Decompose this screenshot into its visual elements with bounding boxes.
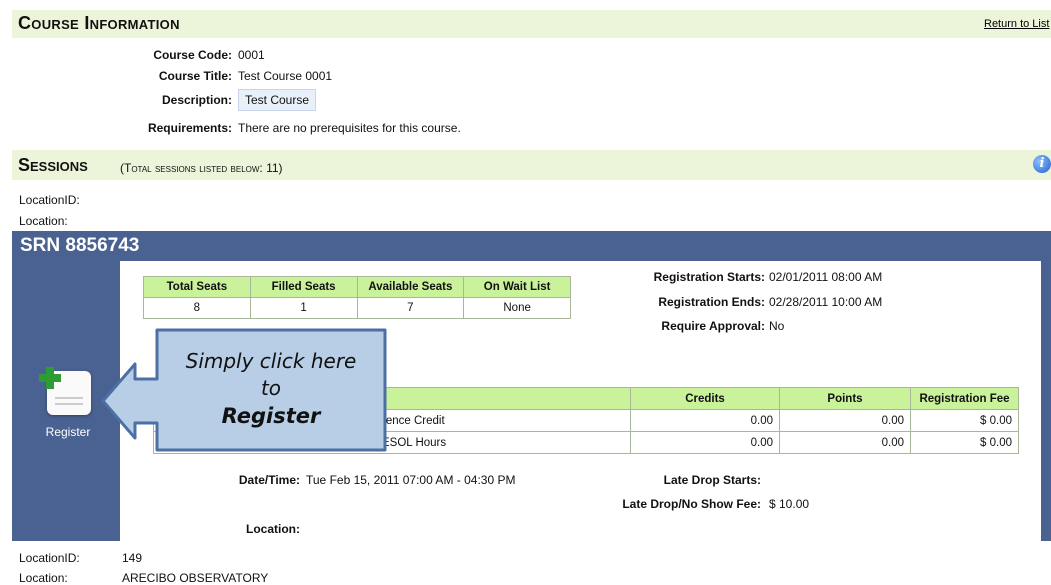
available-seats-value: 7: [356, 297, 465, 319]
credit-points: 0.00: [779, 431, 911, 454]
credits-header: Credits: [630, 387, 780, 410]
credit-credits: 0.00: [630, 409, 780, 432]
datetime-label: Date/Time:: [238, 473, 300, 487]
seats-header-row: Total Seats Filled Seats Available Seats…: [143, 276, 571, 298]
late-drop-fee-label: Late Drop/No Show Fee:: [622, 497, 761, 511]
description-label: Description:: [161, 93, 232, 107]
seats-header: Total Seats: [143, 276, 251, 298]
require-approval-value: No: [769, 319, 785, 333]
registration-ends-label: Registration Ends:: [658, 295, 765, 309]
footer-location-label: Location:: [19, 571, 68, 585]
description-value: Test Course: [238, 89, 317, 111]
course-info-header: Course Information Return to List: [12, 10, 1051, 38]
credit-points: 0.00: [779, 409, 911, 432]
credit-fee: $ 0.00: [910, 431, 1019, 454]
requirements-value: There are no prerequisites for this cour…: [238, 121, 461, 135]
course-info-title: Course Information: [18, 13, 180, 33]
callout-line-2: to: [260, 376, 282, 400]
registration-starts-value: 02/01/2011 08:00 AM: [769, 270, 883, 284]
credit-fee: $ 0.00: [910, 409, 1019, 432]
callout-line-1: Simply click here: [185, 349, 357, 373]
footer-location-value: ARECIBO OBSERVATORY: [122, 571, 269, 585]
footer-location-id-value: 149: [122, 551, 143, 565]
requirements-label: Requirements:: [147, 121, 232, 135]
sessions-subtitle: (Total sessions listed below: 11): [120, 161, 283, 175]
late-drop-label: Late Drop Starts:: [663, 473, 761, 487]
credit-credits: 0.00: [630, 431, 780, 454]
srn-right-border: [1041, 261, 1051, 541]
seats-value-row: 8 1 7 None: [143, 297, 571, 319]
register-icon: [39, 367, 91, 415]
course-title-value: Test Course 0001: [238, 69, 333, 83]
seats-header: Filled Seats: [249, 276, 358, 298]
info-icon[interactable]: i: [1033, 155, 1051, 173]
callout-line-3: Register: [221, 404, 321, 428]
srn-location-label: Location:: [246, 522, 300, 536]
seats-header: Available Seats: [356, 276, 465, 298]
seats-table: Total Seats Filled Seats Available Seats…: [143, 276, 571, 319]
datetime-value: Tue Feb 15, 2011 07:00 AM - 04:30 PM: [306, 473, 516, 487]
sessions-header: Sessions (Total sessions listed below: 1…: [12, 150, 1051, 180]
srn-title-bar: SRN 8856743: [12, 231, 1051, 261]
srn-title: SRN 8856743: [20, 235, 140, 256]
filled-seats-value: 1: [249, 297, 358, 319]
return-to-list-link[interactable]: Return to List: [984, 18, 1049, 30]
total-seats-value: 8: [143, 297, 251, 319]
sessions-location-label: Location:: [19, 214, 68, 228]
footer-location-id-label: LocationID:: [19, 551, 80, 565]
callout-text: Simply click here to Register: [157, 348, 385, 430]
registration-starts-label: Registration Starts:: [653, 270, 765, 284]
course-code-value: 0001: [238, 48, 265, 62]
seats-header: On Wait List: [463, 276, 571, 298]
wait-list-value: None: [463, 297, 571, 319]
course-title-label: Course Title:: [158, 69, 232, 83]
credits-header: Registration Fee: [910, 387, 1019, 410]
credits-header: Points: [779, 387, 911, 410]
registration-ends-value: 02/28/2011 10:00 AM: [769, 295, 883, 309]
late-drop-fee-value: $ 10.00: [769, 497, 810, 511]
require-approval-label: Require Approval:: [661, 319, 765, 333]
course-code-label: Course Code:: [153, 48, 232, 62]
sessions-location-id-label: LocationID:: [19, 193, 80, 207]
sessions-title: Sessions: [18, 155, 88, 175]
